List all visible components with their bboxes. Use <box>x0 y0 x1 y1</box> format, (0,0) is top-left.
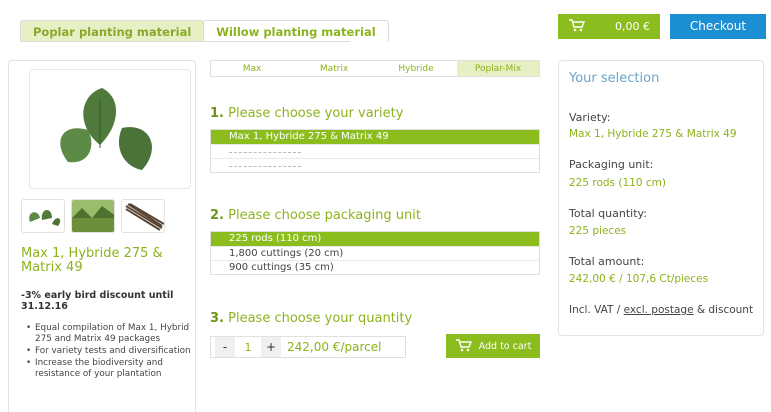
step3-label: Please choose your quantity <box>228 311 413 326</box>
decrease-button[interactable]: - <box>215 337 235 357</box>
step2-title: 2. Please choose packaging unit <box>210 208 421 223</box>
variety-label: Variety: <box>569 111 611 124</box>
tab-poplar-mix[interactable]: Poplar-Mix <box>457 61 539 76</box>
quantity-label: Total quantity: <box>569 207 647 220</box>
thumbnail-strip <box>21 199 165 233</box>
step1-number: 1. <box>210 106 224 121</box>
variety-option-empty[interactable] <box>211 158 539 172</box>
cart-icon <box>568 18 586 35</box>
variety-value: Max 1, Hybride 275 & Matrix 49 <box>569 128 737 140</box>
amount-value: 242,00 € / 107,6 Ct/pieces <box>569 273 709 285</box>
tab-max[interactable]: Max <box>211 61 293 76</box>
postage-link[interactable]: excl. postage <box>624 304 694 316</box>
product-image[interactable] <box>29 69 191 189</box>
packaging-option[interactable]: 1,800 cuttings (20 cm) <box>211 246 539 260</box>
discount-text: & discount <box>693 304 754 316</box>
variety-option-empty[interactable] <box>211 144 539 158</box>
packaging-option[interactable]: 900 cuttings (35 cm) <box>211 260 539 274</box>
quantity-stepper: - 1 + 242,00 €/parcel <box>210 336 406 358</box>
discount-notice: -3% early bird discount until 31.12.16 <box>21 290 174 312</box>
variety-option-selected[interactable]: Max 1, Hybride 275 & Matrix 49 <box>211 130 539 144</box>
product-category-tabs: Poplar planting material Willow planting… <box>20 20 389 42</box>
thumbnail-field[interactable] <box>71 199 115 233</box>
packaging-list: 225 rods (110 cm) 1,800 cuttings (20 cm)… <box>210 231 540 275</box>
amount-label: Total amount: <box>569 255 645 268</box>
product-card: Max 1, Hybride 275 & Matrix 49 -3% early… <box>8 60 196 412</box>
tab-divider <box>20 41 350 42</box>
variety-list: Max 1, Hybride 275 & Matrix 49 <box>210 129 540 173</box>
variety-tabs: Max Matrix Hybride Poplar-Mix <box>210 60 540 77</box>
tab-hybride[interactable]: Hybride <box>375 61 457 76</box>
packaging-value: 225 rods (110 cm) <box>569 177 666 189</box>
vat-text: Incl. VAT / <box>569 304 624 316</box>
packaging-label: Packaging unit: <box>569 158 654 171</box>
step2-number: 2. <box>210 208 224 223</box>
quantity-input[interactable]: 1 <box>235 341 261 354</box>
feature-list: Equal compilation of Max 1, Hybrid 275 a… <box>26 323 191 381</box>
step1-label: Please choose your variety <box>228 106 404 121</box>
price-note: Incl. VAT / excl. postage & discount <box>569 304 753 316</box>
checkout-button[interactable]: Checkout <box>670 14 766 39</box>
thumbnail-leaves[interactable] <box>21 199 65 233</box>
cart-icon <box>455 338 473 355</box>
step1-title: 1. Please choose your variety <box>210 106 403 121</box>
list-item: For variety tests and diversification <box>26 346 191 357</box>
list-item: Increase the biodiversity and resistance… <box>26 358 191 380</box>
thumbnail-cuttings[interactable] <box>121 199 165 233</box>
unit-price: 242,00 €/parcel <box>287 340 382 354</box>
tab-poplar[interactable]: Poplar planting material <box>20 20 205 42</box>
step2-label: Please choose packaging unit <box>228 208 421 223</box>
step3-number: 3. <box>210 311 224 326</box>
add-to-cart-label: Add to cart <box>478 340 532 352</box>
product-name: Max 1, Hybride 275 & Matrix 49 <box>21 246 163 275</box>
cart-button[interactable]: 0,00 € <box>558 14 660 39</box>
increase-button[interactable]: + <box>261 337 281 357</box>
step3-title: 3. Please choose your quantity <box>210 311 412 326</box>
quantity-value: 225 pieces <box>569 225 627 237</box>
summary-title: Your selection <box>569 71 660 86</box>
list-item: Equal compilation of Max 1, Hybrid 275 a… <box>26 323 191 345</box>
add-to-cart-button[interactable]: Add to cart <box>446 334 540 358</box>
selection-summary: Your selection Variety: Max 1, Hybride 2… <box>558 60 764 336</box>
tab-matrix[interactable]: Matrix <box>293 61 375 76</box>
cart-amount: 0,00 € <box>615 20 650 33</box>
tab-willow[interactable]: Willow planting material <box>203 20 389 42</box>
packaging-option-selected[interactable]: 225 rods (110 cm) <box>211 232 539 246</box>
